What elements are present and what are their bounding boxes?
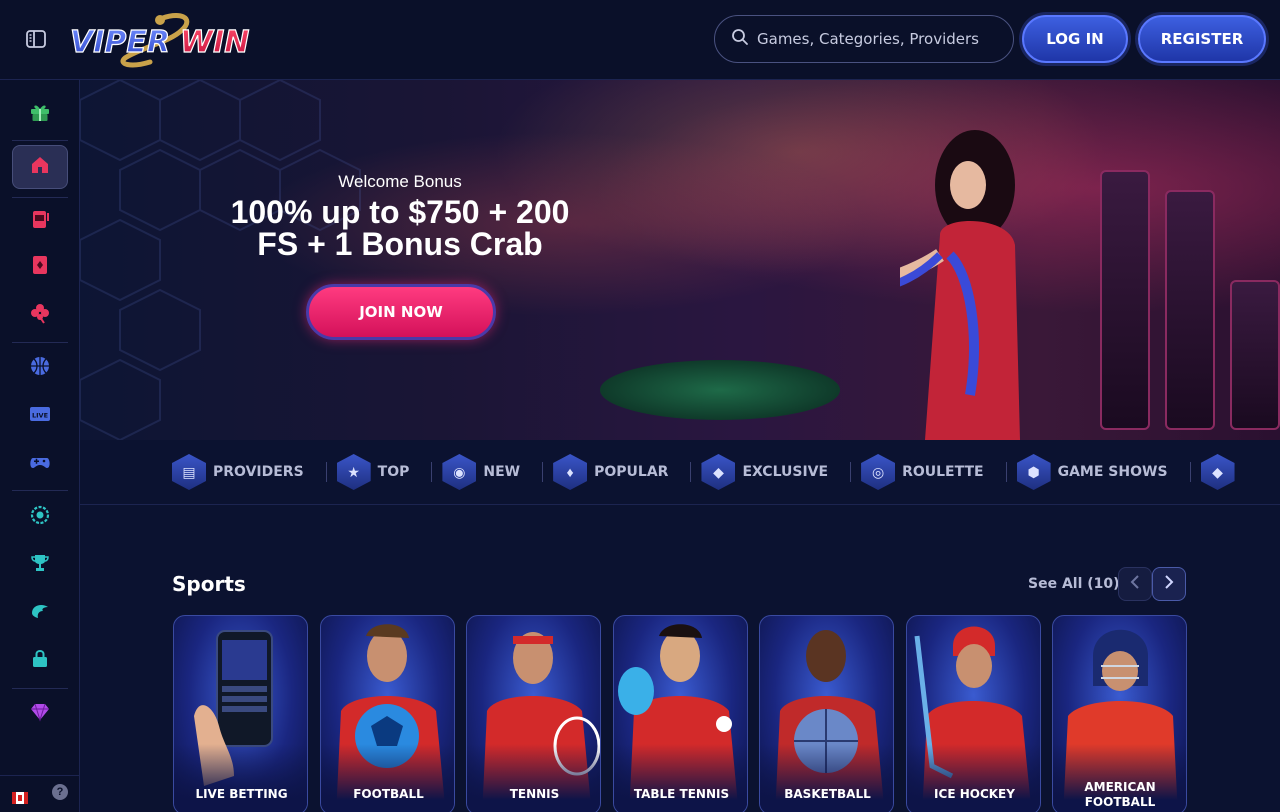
- svg-text:LIVE: LIVE: [32, 411, 48, 419]
- chevron-left-icon: [1130, 574, 1140, 594]
- category-roulette[interactable]: ◎ ROULETTE: [861, 454, 984, 490]
- sport-card-tennis[interactable]: TENNIS: [466, 615, 601, 812]
- hero-text: Welcome Bonus 100% up to $750 + 200 FS +…: [200, 172, 600, 260]
- sidebar-item-vip[interactable]: [12, 495, 68, 539]
- slot-machine-icon: [29, 208, 51, 235]
- search-box[interactable]: [714, 15, 1014, 63]
- sidebar-item-games[interactable]: [12, 442, 68, 486]
- canada-flag-icon[interactable]: [12, 792, 28, 804]
- sport-card-table-tennis[interactable]: TABLE TENNIS: [613, 615, 748, 812]
- gift-icon: [29, 101, 51, 128]
- clover-icon: [29, 302, 51, 329]
- sidebar-item-lucky[interactable]: [12, 293, 68, 337]
- book-icon: ▤: [172, 454, 206, 490]
- category-more[interactable]: ◆: [1200, 454, 1235, 490]
- new-icon: ◉: [442, 454, 477, 490]
- login-button[interactable]: LOG IN: [1022, 15, 1128, 63]
- hero-title-line2: FS + 1 Bonus Crab: [257, 226, 543, 262]
- sport-card-label: TABLE TENNIS: [633, 787, 730, 801]
- sport-card-label: ICE HOCKEY: [934, 787, 1015, 801]
- help-icon[interactable]: ?: [52, 784, 68, 800]
- sidebar-toggle-icon[interactable]: [24, 27, 48, 51]
- diamond-icon: ◆: [701, 454, 736, 490]
- sidebar-item-vip-club[interactable]: [12, 692, 68, 736]
- category-top[interactable]: ★ TOP: [336, 454, 409, 490]
- category-game-shows[interactable]: ⬢ GAME SHOWS: [1016, 454, 1168, 490]
- category-new[interactable]: ◉ NEW: [442, 454, 520, 490]
- search-icon: [731, 28, 749, 51]
- trophy-icon: [29, 552, 51, 579]
- sport-card-label: FOOTBALL: [353, 787, 424, 801]
- category-providers[interactable]: ▤ PROVIDERS: [172, 454, 304, 490]
- home-icon: [29, 154, 51, 181]
- gamepad-icon: [29, 451, 51, 478]
- category-bar: ▤ PROVIDERS ★ TOP ◉ NEW ♦ POPULAR ◆ EXCL…: [172, 452, 1257, 492]
- sport-card-label: TENNIS: [509, 787, 560, 801]
- sidebar-item-tournaments[interactable]: [12, 543, 68, 587]
- sport-card-label: AMERICAN FOOTBALL: [1084, 780, 1156, 809]
- viperwin-logo[interactable]: VIPER WIN: [69, 8, 255, 72]
- hostess-image: [900, 130, 1020, 440]
- hero-subtitle: Welcome Bonus: [338, 172, 462, 191]
- slot-machine-image: [1100, 170, 1150, 430]
- carousel-next-button[interactable]: [1152, 567, 1186, 601]
- crab-icon: [29, 600, 51, 627]
- sport-card-label: LIVE BETTING: [195, 787, 288, 801]
- left-sidebar: LIVE ?: [0, 80, 80, 812]
- badge-icon: [29, 504, 51, 531]
- join-now-button[interactable]: JOIN NOW: [306, 284, 496, 340]
- shop-icon: [29, 648, 51, 675]
- sport-card-live-betting[interactable]: LIVE BETTING: [173, 615, 308, 812]
- sport-card-football[interactable]: FOOTBALL: [320, 615, 455, 812]
- sidebar-item-home[interactable]: [12, 145, 68, 189]
- slot-machine-image: [1165, 190, 1215, 430]
- sidebar-item-slots[interactable]: [12, 199, 68, 243]
- sport-card-label: BASKETBALL: [784, 787, 871, 801]
- hero-banner: Welcome Bonus 100% up to $750 + 200 FS +…: [80, 80, 1280, 440]
- sport-card-basketball[interactable]: BASKETBALL: [759, 615, 894, 812]
- divider: [80, 504, 1280, 505]
- casino-table-image: [600, 360, 840, 420]
- sidebar-item-live[interactable]: LIVE: [12, 394, 68, 438]
- card-icon: [29, 254, 51, 281]
- diamond-icon: [29, 701, 51, 728]
- see-all-link[interactable]: See All (10): [1028, 576, 1120, 592]
- carousel-prev-button[interactable]: [1118, 567, 1152, 601]
- register-button[interactable]: REGISTER: [1138, 15, 1266, 63]
- category-popular[interactable]: ♦ POPULAR: [553, 454, 668, 490]
- sports-section-title: Sports: [172, 572, 246, 596]
- sidebar-item-sports[interactable]: [12, 346, 68, 390]
- hero-title-line1: 100% up to $750 + 200: [230, 194, 570, 230]
- gem-icon: ◆: [1200, 454, 1235, 490]
- sport-card-ice-hockey[interactable]: ICE HOCKEY: [906, 615, 1041, 812]
- gem-icon: ⬢: [1016, 454, 1051, 490]
- star-icon: ★: [336, 454, 371, 490]
- sport-card-american-football[interactable]: AMERICAN FOOTBALL: [1052, 615, 1187, 812]
- flame-icon: ♦: [553, 454, 588, 490]
- sidebar-item-gifts[interactable]: [12, 92, 68, 136]
- sidebar-item-cards[interactable]: [12, 245, 68, 289]
- chevron-right-icon: [1164, 574, 1174, 594]
- live-icon: LIVE: [29, 405, 51, 428]
- basketball-icon: [29, 355, 51, 382]
- slot-machine-image: [1230, 280, 1280, 430]
- category-exclusive[interactable]: ◆ EXCLUSIVE: [701, 454, 828, 490]
- top-header: VIPER WIN LOG IN REGISTER: [0, 0, 1280, 80]
- sidebar-item-crab[interactable]: [12, 591, 68, 635]
- roulette-icon: ◎: [861, 454, 896, 490]
- search-input[interactable]: [757, 30, 997, 48]
- svg-text:WIN: WIN: [180, 25, 249, 60]
- svg-text:VIPER: VIPER: [70, 25, 170, 60]
- sidebar-item-shop[interactable]: [12, 639, 68, 683]
